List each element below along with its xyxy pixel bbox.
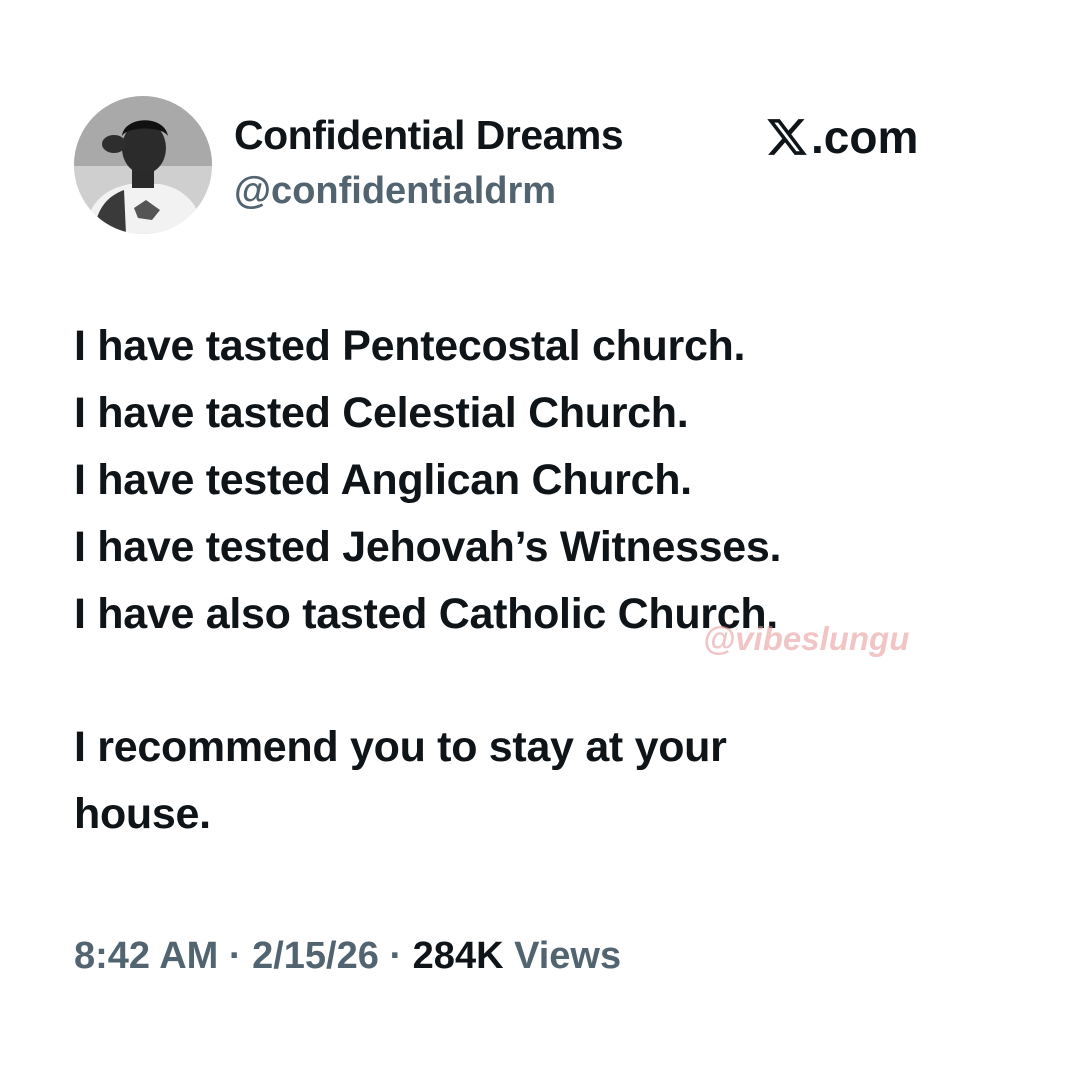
author-handle[interactable]: @confidentialdrm [234, 170, 556, 213]
tweet-line: I have tasted Celestial Church. [74, 389, 689, 437]
views-count[interactable]: 284K [413, 935, 504, 977]
meta-separator: · [389, 935, 403, 977]
tweet-line: house. [74, 790, 211, 838]
brand-mark: .com [765, 110, 918, 164]
tweet-line: I recommend you to stay at your [74, 723, 727, 771]
author-name[interactable]: Confidential Dreams [234, 112, 624, 159]
tweet-line: I have tested Jehovah’s Witnesses. [74, 523, 782, 571]
tweet-card: Confidential Dreams @confidentialdrm .co… [0, 0, 1080, 1080]
tweet-meta: 8:42 AM · 2/15/26 · 284K Views [74, 935, 621, 978]
tweet-date[interactable]: 2/15/26 [252, 935, 379, 977]
tweet-line: I have tested Anglican Church. [74, 456, 692, 504]
profile-photo [74, 96, 212, 234]
tweet-conclusion: I recommend you to stay at your house. [74, 714, 1014, 848]
x-logo-icon [767, 119, 807, 155]
meta-separator: · [228, 935, 242, 977]
tweet-text: I have tasted Pentecostal church. I have… [74, 313, 1014, 848]
tweet-line: I have tasted Pentecostal church. [74, 322, 746, 370]
watermark: @vibeslungu [703, 620, 910, 657]
views-label: Views [514, 935, 622, 977]
brand-label: .com [811, 111, 919, 163]
avatar[interactable] [74, 96, 212, 234]
tweet-time[interactable]: 8:42 AM [74, 935, 218, 977]
